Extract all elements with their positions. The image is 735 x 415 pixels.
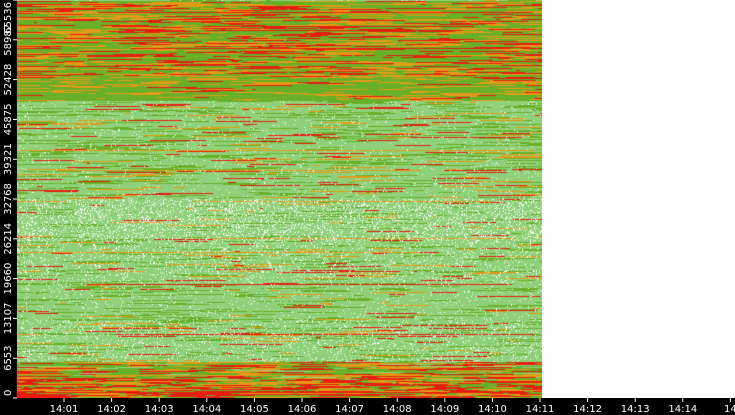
x-tick-label: 14:07 [335,404,364,415]
y-tick-label: 0 [3,390,14,396]
x-tick-label: 14:05 [240,404,269,415]
x-tick-label: 14:10 [478,404,507,415]
y-tick-label: 52428 [3,64,14,96]
x-tick-label: 14:12 [573,404,602,415]
x-tick-label: 14:08 [383,404,412,415]
x-tick-label: 14:06 [288,404,317,415]
y-tick-label: 65536 [3,2,14,34]
y-tick-label: 13107 [3,302,14,334]
y-tick-label: 39321 [3,143,14,175]
y-tick-label: 19660 [3,263,14,295]
x-tick-label: 14:09 [430,404,459,415]
x-tick-label: 14 [724,404,735,415]
x-tick-label: 14:13 [621,404,650,415]
x-tick-label: 14:14 [668,404,697,415]
x-tick-label: 14:01 [50,404,79,415]
x-tick-label: 14:03 [145,404,174,415]
y-tick-label: 6553 [3,345,14,370]
traffic-heatmap-chart: 14:01 14:02 14:03 14:04 14:05 14:06 14:07 14:08… [0,0,735,415]
chart-axes: 14:01 14:02 14:03 14:04 14:05 14:06 14:07 14:08… [0,0,735,415]
x-tick-label: 14:04 [192,404,221,415]
x-tick-label: 14:02 [97,404,126,415]
y-tick-label: 32768 [3,183,14,215]
y-tick-label: 26214 [3,223,14,255]
x-tick-label: 14:11 [526,404,555,415]
y-tick-label: 45875 [3,103,14,135]
